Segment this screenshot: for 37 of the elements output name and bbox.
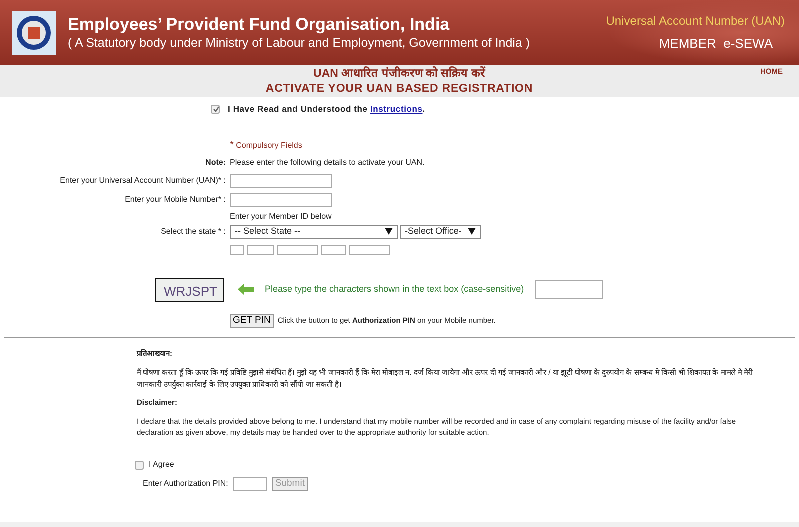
state-select[interactable]: -- Select State -- xyxy=(230,224,398,239)
instructions-link[interactable]: Instructions xyxy=(370,104,423,114)
pin-label: Enter Authorization PIN: xyxy=(143,478,228,490)
member-id-input[interactable] xyxy=(321,244,346,255)
mobile-input[interactable] xyxy=(230,193,332,208)
caret-icon xyxy=(385,228,393,236)
get-pin-button[interactable]: GET PIN xyxy=(230,314,274,328)
captcha-prompt: Please type the characters shown in the text box (case-sensitive) xyxy=(265,283,524,296)
uan-label: Universal Account Number (UAN) xyxy=(606,12,785,30)
field-label: Enter your Mobile Number* : xyxy=(124,194,226,206)
agreement-text: I Have Read and Understood the Instructions. xyxy=(228,103,426,116)
site-title: Employees’ Provident Fund Organisation, India xyxy=(68,14,451,34)
uan-input[interactable] xyxy=(230,174,332,188)
member-id-input[interactable] xyxy=(349,244,390,255)
caret-icon xyxy=(468,228,476,236)
compulsory-note: * Compulsory Fields xyxy=(230,140,302,150)
member-id-input[interactable] xyxy=(247,244,274,255)
member-id-input[interactable] xyxy=(230,244,244,255)
checkbox[interactable] xyxy=(135,460,144,470)
site-subtitle: ( A Statutory body under Ministry of Labour and Employment, Government of India ) xyxy=(68,34,530,50)
office-select[interactable]: -Select Office- xyxy=(400,224,481,239)
arrow-left-icon xyxy=(238,284,254,296)
page-title-hindi: UAN आधारित पंजीकरण को सक्रिय करें xyxy=(314,68,486,80)
checkbox[interactable] xyxy=(211,104,220,114)
note-label: Note: xyxy=(204,156,226,169)
pin-input[interactable] xyxy=(233,477,268,492)
note-text: Please enter the following details to activate your UAN. xyxy=(230,156,426,169)
member-id-hint: Enter your Member ID below xyxy=(230,212,332,221)
agree-label: I Agree xyxy=(149,459,174,472)
captcha-image: WRJSPT xyxy=(155,278,224,302)
field-label: Enter your Universal Account Number (UAN)* : xyxy=(59,175,226,188)
member-label: MEMBER e-SEWA xyxy=(658,34,774,53)
page-title: ACTIVATE YOUR UAN BASED REGISTRATION xyxy=(266,83,534,95)
field-label: Select the state * : xyxy=(160,226,226,238)
captcha-input[interactable] xyxy=(535,280,604,300)
member-id-input[interactable] xyxy=(277,244,318,255)
emblem-logo-icon xyxy=(12,10,56,54)
